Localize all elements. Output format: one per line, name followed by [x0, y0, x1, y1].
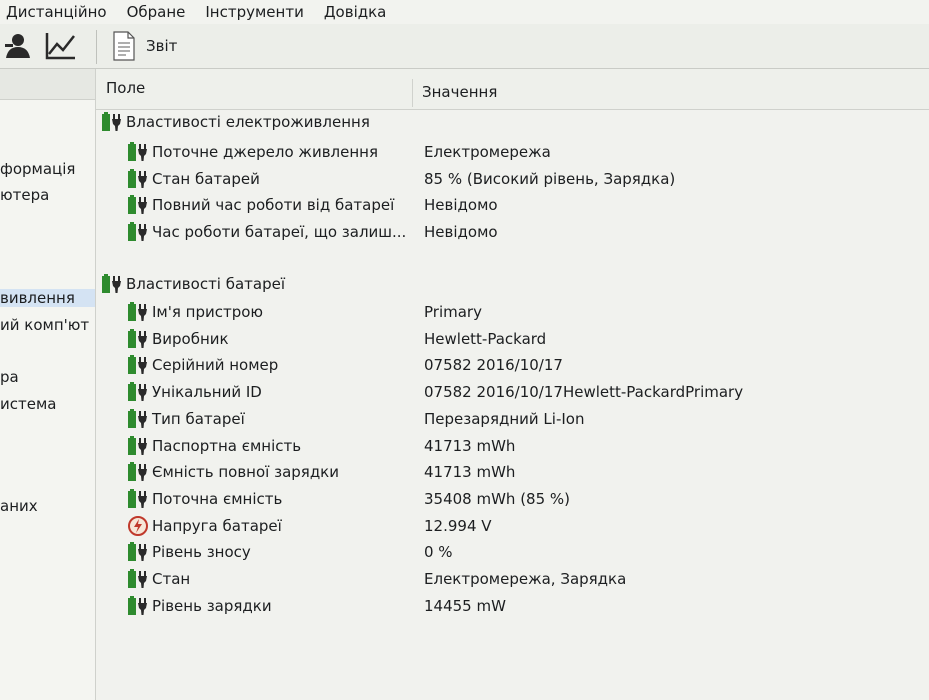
chart-icon: [45, 33, 75, 60]
tree-item-storage[interactable]: аних: [0, 497, 38, 515]
property-row[interactable]: Повний час роботи від батареї: [127, 193, 394, 217]
property-row[interactable]: Рівень зносу: [127, 540, 251, 564]
property-value: 35408 mWh (85 %): [424, 490, 571, 508]
property-value: 41713 mWh: [424, 437, 516, 455]
battery-icon: [128, 409, 147, 428]
battery-icon: [128, 302, 147, 321]
property-row-label: Тип батареї: [152, 410, 245, 428]
battery-icon: [128, 489, 147, 508]
property-row[interactable]: Виробник: [127, 327, 229, 351]
property-value: 14455 mW: [424, 597, 506, 615]
property-row-label: Поточна ємність: [152, 490, 283, 508]
tree-item-power-management[interactable]: вивлення: [0, 289, 95, 307]
property-row-label: Серійний номер: [152, 356, 279, 374]
property-row-label: Стан батарей: [152, 170, 260, 188]
group-header[interactable]: Властивості батареї: [101, 272, 285, 296]
property-row[interactable]: Серійний номер: [127, 353, 278, 377]
property-row[interactable]: Унікальний ID: [127, 380, 262, 404]
voltage-icon: [128, 516, 148, 536]
property-row-label: Рівень зарядки: [152, 597, 272, 615]
property-row[interactable]: Поточне джерело живлення: [127, 140, 378, 164]
property-value: 07582 2016/10/17Hewlett-PackardPrimary: [424, 383, 744, 401]
battery-icon: [102, 274, 121, 293]
property-row[interactable]: Ім'я пристрою: [127, 300, 263, 324]
battery-icon: [128, 142, 147, 161]
menu-bar: Дистанційно Обране Інструменти Довідка: [0, 0, 929, 24]
property-row[interactable]: Поточна ємність: [127, 487, 282, 511]
property-row-label: Виробник: [152, 330, 229, 348]
property-value: Електромережа, Зарядка: [424, 570, 627, 588]
battery-icon: [128, 569, 147, 588]
menu-help[interactable]: Довідка: [314, 3, 397, 21]
property-value: Hewlett-Packard: [424, 330, 547, 348]
property-row-label: Ім'я пристрою: [152, 303, 264, 321]
tree-item-motherboard[interactable]: ра: [0, 368, 19, 386]
property-row-label: Напруга батареї: [152, 517, 282, 535]
toolbar: Звіт: [0, 24, 929, 69]
battery-icon: [102, 112, 121, 131]
battery-icon: [128, 355, 147, 374]
property-value: Перезарядний Li-Ion: [424, 410, 585, 428]
property-value: Електромережа: [424, 143, 551, 161]
column-field[interactable]: Поле: [106, 79, 145, 97]
property-row-label: Поточне джерело живлення: [152, 143, 378, 161]
toolbar-separator: [96, 30, 97, 64]
battery-icon: [128, 169, 147, 188]
battery-icon: [128, 596, 147, 615]
property-value: 0 %: [424, 543, 453, 561]
tree-item-information[interactable]: формація: [0, 160, 75, 178]
group-header-label: Властивості електроживлення: [126, 113, 370, 131]
column-header: Поле Значення: [96, 69, 929, 110]
tree-item-portable-computer[interactable]: ий комп'ют: [0, 316, 89, 334]
group-header-label: Властивості батареї: [126, 275, 286, 293]
property-row-label: Стан: [152, 570, 191, 588]
tree-item-computer[interactable]: ютера: [0, 186, 49, 204]
property-row[interactable]: Стан: [127, 567, 190, 591]
battery-icon: [128, 462, 147, 481]
tree-item-operating-system[interactable]: истема: [0, 395, 56, 413]
property-row[interactable]: Паспортна ємність: [127, 434, 301, 458]
property-row[interactable]: Стан батарей: [127, 167, 260, 191]
menu-tools[interactable]: Інструменти: [195, 3, 313, 21]
property-value: 07582 2016/10/17: [424, 356, 563, 374]
property-row-label: Ємність повної зарядки: [152, 463, 339, 481]
property-value: Primary: [424, 303, 482, 321]
battery-icon: [128, 382, 147, 401]
battery-icon: [128, 222, 147, 241]
menu-remote[interactable]: Дистанційно: [0, 3, 117, 21]
document-icon: [113, 31, 135, 61]
navigation-tree: формація ютера вивлення ий комп'ют ра ис…: [0, 69, 96, 700]
menu-favorites[interactable]: Обране: [117, 3, 196, 21]
property-row-label: Унікальний ID: [152, 383, 262, 401]
battery-icon: [128, 436, 147, 455]
user-button[interactable]: [2, 30, 34, 62]
battery-icon: [128, 542, 147, 561]
report-button[interactable]: Звіт: [112, 28, 177, 64]
property-row-label: Час роботи батареї, що залиш...: [152, 223, 407, 241]
column-separator[interactable]: [412, 79, 413, 107]
property-row[interactable]: Ємність повної зарядки: [127, 460, 339, 484]
battery-icon: [128, 195, 147, 214]
property-value: Невідомо: [424, 196, 498, 214]
property-row-label: Паспортна ємність: [152, 437, 302, 455]
report-label: Звіт: [146, 37, 178, 55]
property-value: 85 % (Високий рівень, Зарядка): [424, 170, 676, 188]
property-row-label: Рівень зносу: [152, 543, 251, 561]
benchmark-button[interactable]: [44, 30, 76, 62]
property-row-label: Повний час роботи від батареї: [152, 196, 395, 214]
group-header[interactable]: Властивості електроживлення: [101, 110, 370, 134]
property-value: 41713 mWh: [424, 463, 516, 481]
battery-icon: [128, 329, 147, 348]
property-row[interactable]: Час роботи батареї, що залиш...: [127, 220, 406, 244]
property-row[interactable]: Напруга батареї: [127, 514, 282, 538]
tree-header: [0, 69, 95, 100]
user-icon: [5, 34, 30, 58]
property-row[interactable]: Рівень зарядки: [127, 594, 272, 618]
property-value: 12.994 V: [424, 517, 492, 535]
property-row[interactable]: Тип батареї: [127, 407, 245, 431]
column-value[interactable]: Значення: [422, 83, 497, 101]
property-value: Невідомо: [424, 223, 498, 241]
